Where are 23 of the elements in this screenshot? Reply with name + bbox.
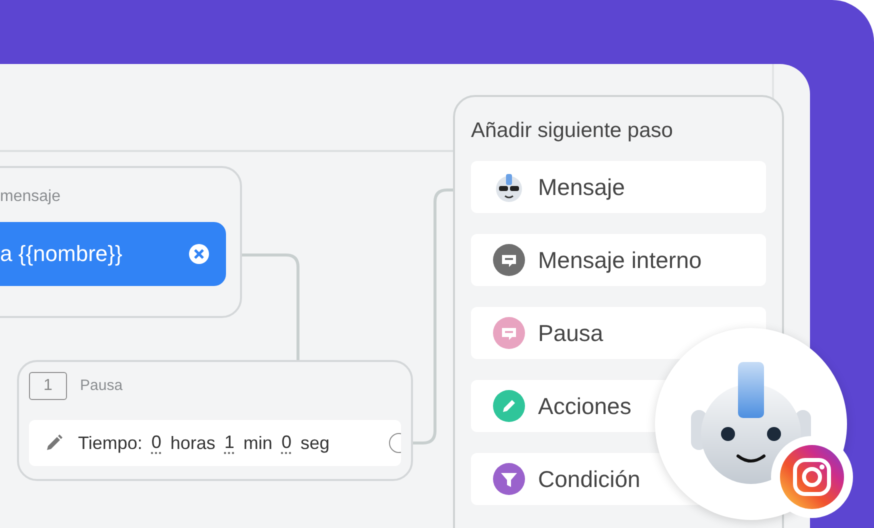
step-number: 1 bbox=[29, 372, 67, 400]
time-value[interactable]: 0 bbox=[281, 432, 292, 454]
time-row[interactable]: Tiempo: 0 horas 1 min 0 seg bbox=[29, 420, 401, 466]
pause-node[interactable]: 1 Pausa Tiempo: 0 horas 1 min 0 seg bbox=[17, 360, 413, 481]
message-node[interactable]: mensaje a {{nombre}} bbox=[0, 166, 242, 318]
robot-icon bbox=[493, 171, 525, 203]
time-value[interactable]: 0 bbox=[151, 432, 162, 454]
message-bubble[interactable]: a {{nombre}} bbox=[0, 222, 226, 286]
node-title: mensaje bbox=[0, 188, 60, 206]
time-value[interactable]: 1 bbox=[224, 432, 234, 454]
time-unit: seg bbox=[300, 432, 330, 454]
chat-icon bbox=[493, 244, 525, 276]
node-title: Pausa bbox=[80, 377, 123, 394]
chat-icon bbox=[493, 317, 525, 349]
time-unit: min bbox=[243, 432, 272, 454]
panel-title: Añadir siguiente paso bbox=[471, 119, 674, 143]
filter-icon bbox=[493, 463, 525, 495]
time-unit: horas bbox=[170, 432, 216, 454]
close-icon[interactable] bbox=[188, 243, 210, 265]
pencil-icon[interactable] bbox=[45, 434, 63, 452]
camera-logo-icon bbox=[780, 445, 844, 509]
pencil-icon bbox=[493, 390, 525, 422]
time-label: Tiempo: bbox=[78, 432, 142, 454]
